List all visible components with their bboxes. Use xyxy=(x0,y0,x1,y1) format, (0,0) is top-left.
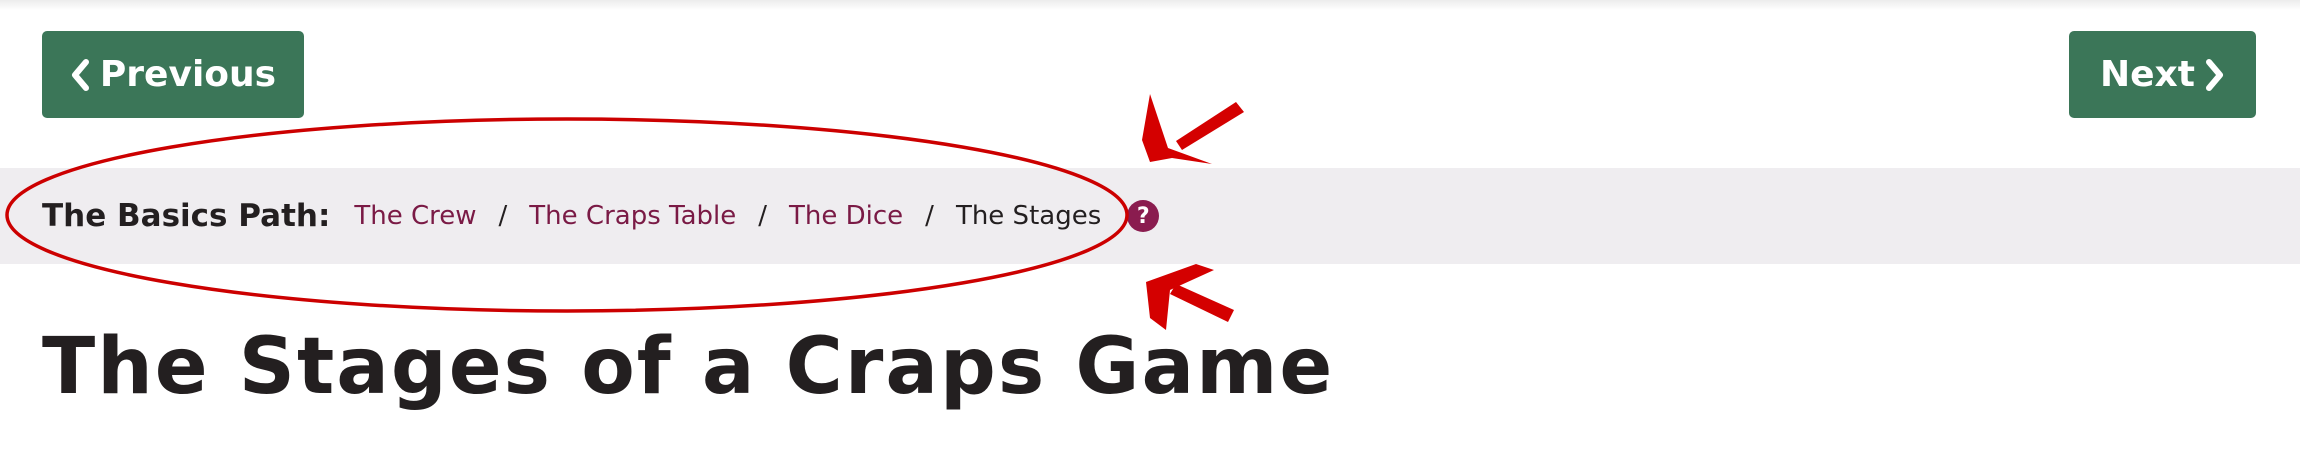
breadcrumb-separator: / xyxy=(925,201,934,231)
annotation-arrow-upper xyxy=(1142,94,1244,164)
previous-button[interactable]: Previous xyxy=(42,31,304,118)
breadcrumb-link-the-craps-table[interactable]: The Craps Table xyxy=(529,201,736,231)
chevron-right-icon xyxy=(2205,58,2223,91)
top-shadow xyxy=(0,0,2300,10)
breadcrumb-link-the-dice[interactable]: The Dice xyxy=(789,201,903,231)
previous-label: Previous xyxy=(99,54,277,95)
next-button[interactable]: Next xyxy=(2069,31,2256,118)
breadcrumb-separator: / xyxy=(498,201,508,231)
breadcrumb-separator: / xyxy=(758,201,768,231)
annotation-arrow-lower xyxy=(1146,264,1234,330)
chevron-left-icon xyxy=(71,58,89,91)
breadcrumb-link-the-crew[interactable]: The Crew xyxy=(354,201,476,231)
breadcrumb: The Basics Path: The Crew / The Craps Ta… xyxy=(0,168,2300,264)
page-title: The Stages of a Craps Game xyxy=(42,322,1335,412)
breadcrumb-title: The Basics Path: xyxy=(42,198,331,234)
question-circle-icon[interactable]: ? xyxy=(1127,200,1160,232)
next-label: Next xyxy=(2100,54,2195,95)
breadcrumb-current: The Stages xyxy=(955,201,1102,231)
